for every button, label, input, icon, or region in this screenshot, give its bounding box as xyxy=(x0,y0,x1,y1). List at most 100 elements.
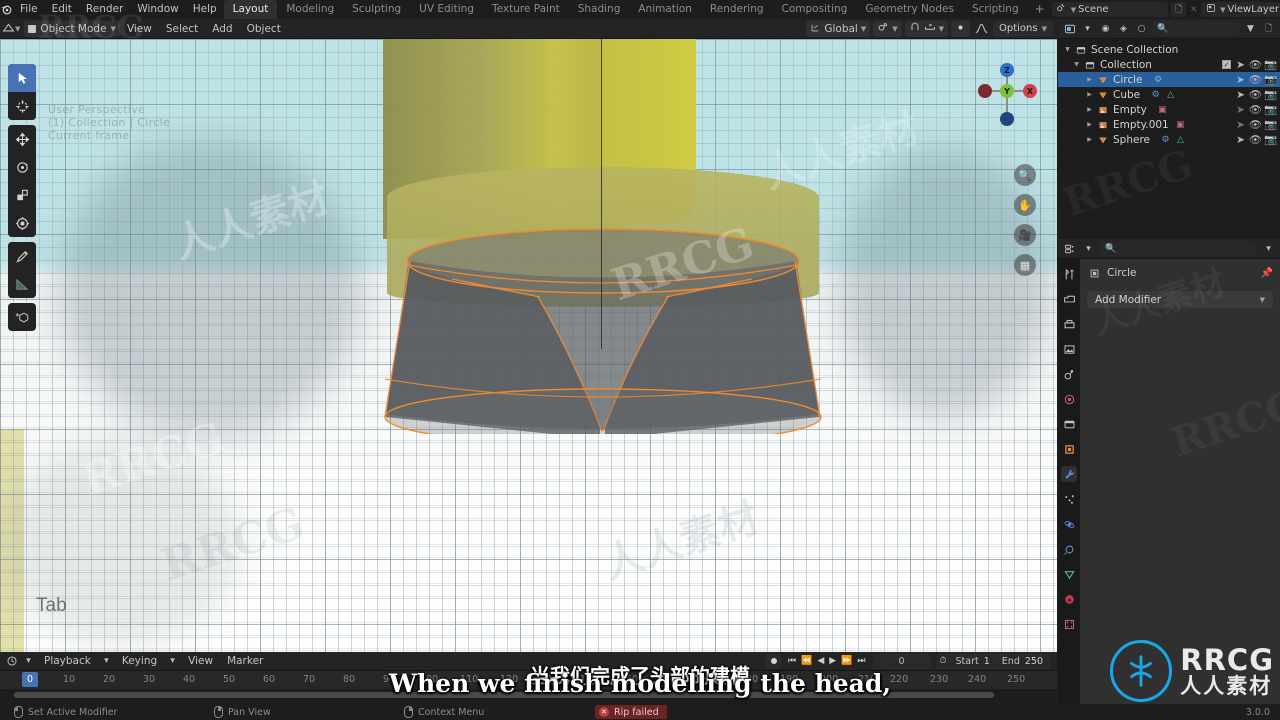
transform-orientation-selector[interactable]: Global ▼ xyxy=(806,20,871,37)
constraints-tab[interactable] xyxy=(1061,541,1077,557)
toggle-ortho-grid-icon[interactable]: ▦ xyxy=(1014,254,1036,276)
circle-camera-icon[interactable]: 📷 xyxy=(1264,74,1277,86)
view-layer-tab[interactable] xyxy=(1061,341,1077,357)
menu-window[interactable]: Window xyxy=(130,0,185,19)
empty001-eye-icon[interactable]: 👁 xyxy=(1249,119,1262,131)
scene-tab[interactable] xyxy=(1061,366,1077,382)
cube-select-arrow-icon[interactable]: ➤ xyxy=(1235,89,1246,101)
outliner-item-sphere[interactable]: ▶ Sphere ⚙ △ ➤ 👁 📷 xyxy=(1058,132,1280,147)
circle-modifier-icon[interactable]: ⚙ xyxy=(1151,72,1166,87)
snapping-group[interactable]: ▼ xyxy=(904,20,949,37)
empty001-select-arrow-icon[interactable]: ➤ xyxy=(1235,119,1246,131)
new-collection-icon[interactable]: 🗋 xyxy=(1261,21,1276,36)
transform-tool[interactable] xyxy=(8,209,36,237)
outliner-item-cube[interactable]: ▶ Cube ⚙ △ ➤ 👁 📷 xyxy=(1058,87,1280,102)
empty-eye-icon[interactable]: 👁 xyxy=(1249,104,1262,116)
add-modifier-button[interactable]: Add Modifier ▼ xyxy=(1087,291,1273,308)
viewport-menu-select[interactable]: Select xyxy=(159,23,205,35)
rotate-tool[interactable] xyxy=(8,153,36,181)
options-button[interactable]: Options ▼ xyxy=(993,20,1053,37)
object-tab[interactable] xyxy=(1061,441,1077,457)
menu-help[interactable]: Help xyxy=(186,0,224,19)
magnet-icon[interactable] xyxy=(909,21,921,36)
falloff-curve-icon[interactable] xyxy=(973,21,990,37)
empty001-disclosure-icon[interactable]: ▶ xyxy=(1084,121,1095,128)
scene-collection-disclosure-icon[interactable]: ▼ xyxy=(1062,46,1073,53)
new-scene-button[interactable]: 🗋 xyxy=(1171,2,1187,17)
workspace-tab-compositing[interactable]: Compositing xyxy=(773,0,857,19)
proportional-editing-toggle[interactable] xyxy=(951,20,971,37)
circle-disclosure-icon[interactable]: ▶ xyxy=(1084,76,1095,83)
physics-tab[interactable] xyxy=(1061,516,1077,532)
editor-type-icon[interactable]: ▼ xyxy=(0,21,22,37)
empty001-image-data-icon[interactable]: ▣ xyxy=(1173,117,1188,132)
outliner-editor-type-icon[interactable] xyxy=(1062,21,1077,36)
gizmo-axis-x-positive[interactable]: X xyxy=(1023,84,1037,98)
error-report-toast[interactable]: ✕ Rip failed xyxy=(595,705,667,719)
zoom-icon[interactable]: 🔍 xyxy=(1014,164,1036,186)
add-cube-tool[interactable] xyxy=(8,303,36,331)
gizmo-axis-y-center[interactable]: Y xyxy=(1000,84,1014,98)
outliner-item-empty-001[interactable]: ▶ Empty.001 ▣ ➤ 👁 📷 xyxy=(1058,117,1280,132)
outliner-item-empty[interactable]: ▶ Empty ▣ ➤ 👁 📷 xyxy=(1058,102,1280,117)
outliner-row-scene-collection[interactable]: ▼ Scene Collection xyxy=(1058,42,1280,57)
navigation-gizmo[interactable]: Z Y X xyxy=(977,61,1037,126)
empty-image-data-icon[interactable]: ▣ xyxy=(1155,102,1170,117)
workspace-tab-modeling[interactable]: Modeling xyxy=(277,0,343,19)
properties-options-chevron-down-icon[interactable]: ▾ xyxy=(1261,241,1276,256)
cube-eye-icon[interactable]: 👁 xyxy=(1249,89,1262,101)
modifier-tab[interactable] xyxy=(1061,466,1077,482)
cube-disclosure-icon[interactable]: ▶ xyxy=(1084,91,1095,98)
workspace-tab-layout[interactable]: Layout xyxy=(223,0,278,19)
viewport-menu-object[interactable]: Object xyxy=(240,23,288,35)
empty-camera-icon[interactable]: 📷 xyxy=(1264,104,1277,116)
object-data-tab[interactable] xyxy=(1061,566,1077,582)
properties-editor-type-icon[interactable] xyxy=(1062,241,1077,256)
menu-edit[interactable]: Edit xyxy=(45,0,79,19)
properties-type-chevron-down-icon[interactable]: ▾ xyxy=(1081,241,1096,256)
gizmo-axis-z-negative[interactable] xyxy=(1000,112,1014,126)
cube-modifier-icon[interactable]: ⚙ xyxy=(1148,87,1163,102)
snap-increment-icon[interactable] xyxy=(924,21,936,36)
sphere-eye-icon[interactable]: 👁 xyxy=(1249,134,1262,146)
measure-tool[interactable] xyxy=(8,270,36,298)
interaction-mode-selector[interactable]: Object Mode ▼ xyxy=(24,20,120,37)
cursor-tool[interactable] xyxy=(8,92,36,120)
workspace-tab-shading[interactable]: Shading xyxy=(569,0,630,19)
properties-search-input[interactable]: 🔍 xyxy=(1100,241,1257,256)
workspace-tab-uv-editing[interactable]: UV Editing xyxy=(410,0,483,19)
outliner-filter-scene-icon[interactable]: ◉ xyxy=(1098,21,1113,36)
outliner-row-collection[interactable]: ▼ Collection ✓ ➤ 👁 📷 xyxy=(1058,57,1280,72)
collection-camera-icon[interactable]: 📷 xyxy=(1264,59,1277,71)
workspace-tab-sculpting[interactable]: Sculpting xyxy=(343,0,410,19)
material-tab[interactable] xyxy=(1061,591,1077,607)
sphere-select-arrow-icon[interactable]: ➤ xyxy=(1235,134,1246,146)
workspace-tab-texture-paint[interactable]: Texture Paint xyxy=(483,0,569,19)
tweak-select-box-tool[interactable] xyxy=(8,64,36,92)
menu-file[interactable]: File xyxy=(13,0,45,19)
sphere-modifier-icon[interactable]: ⚙ xyxy=(1158,132,1173,147)
move-tool[interactable] xyxy=(8,125,36,153)
3d-viewport[interactable]: User Perspective (1) Collection | Circle… xyxy=(0,39,1057,652)
add-workspace-button[interactable]: + xyxy=(1028,0,1052,19)
menu-render[interactable]: Render xyxy=(79,0,130,19)
sphere-mesh-data-icon[interactable]: △ xyxy=(1173,132,1188,147)
viewlayer-selector[interactable]: ▼ ViewLayer xyxy=(1201,2,1280,17)
outliner-search-input[interactable]: 🔍 xyxy=(1152,21,1240,36)
outliner-display-mode-icon[interactable]: ▾ xyxy=(1080,21,1095,36)
scale-tool[interactable] xyxy=(8,181,36,209)
filter-funnel-icon[interactable]: ▼ xyxy=(1243,21,1258,36)
remove-scene-button[interactable]: ✕ xyxy=(1188,5,1199,15)
viewport-menu-add[interactable]: Add xyxy=(205,23,239,35)
world-tab[interactable] xyxy=(1061,391,1077,407)
collection-select-arrow-icon[interactable]: ➤ xyxy=(1235,59,1246,71)
workspace-tab-rendering[interactable]: Rendering xyxy=(701,0,773,19)
empty-disclosure-icon[interactable]: ▶ xyxy=(1084,106,1095,113)
circle-eye-icon[interactable]: 👁 xyxy=(1249,74,1262,86)
cube-mesh-data-icon[interactable]: △ xyxy=(1163,87,1178,102)
cube-camera-icon[interactable]: 📷 xyxy=(1264,89,1277,101)
annotate-tool[interactable] xyxy=(8,242,36,270)
collection-tab[interactable] xyxy=(1061,416,1077,432)
sphere-disclosure-icon[interactable]: ▶ xyxy=(1084,136,1095,143)
workspace-tab-scripting[interactable]: Scripting xyxy=(963,0,1028,19)
